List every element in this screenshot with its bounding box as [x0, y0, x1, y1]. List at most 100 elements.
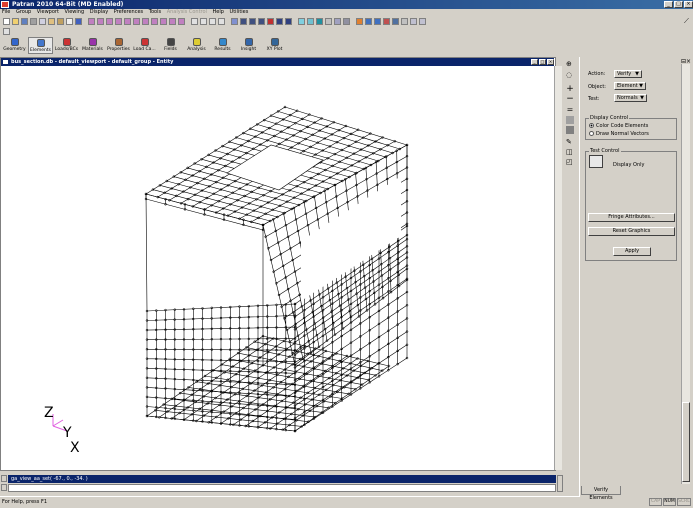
action-dropdown[interactable]: Verify ▼ [614, 70, 642, 78]
hidden-line-icon[interactable] [307, 18, 314, 25]
app-tab-xy-plot[interactable]: XY Plot [262, 37, 287, 54]
view-back-icon[interactable] [97, 18, 104, 25]
app-tab-loads-bcs[interactable]: Loads/BCs [54, 37, 79, 54]
viewport-scrollbar[interactable] [554, 66, 562, 470]
labels-icon[interactable] [325, 18, 332, 25]
view-left-icon[interactable] [124, 18, 131, 25]
print-icon[interactable] [30, 18, 37, 25]
apply-button[interactable]: Apply [613, 247, 651, 256]
preview-icon[interactable] [383, 18, 390, 25]
draw-normal-vectors-radio[interactable]: Draw Normal Vectors [589, 131, 649, 137]
zoom-in-icon[interactable] [249, 18, 256, 25]
app-tab-load-ca[interactable]: Load Ca... [132, 37, 157, 54]
maximize-button[interactable]: □ [674, 1, 683, 8]
view-top-icon[interactable] [106, 18, 113, 25]
app-tab-geometry[interactable]: Geometry [2, 37, 27, 54]
abort-icon[interactable] [57, 18, 64, 25]
view-right-icon[interactable] [133, 18, 140, 25]
menu-tools[interactable]: Tools [149, 9, 161, 15]
fit-view-icon[interactable] [231, 18, 238, 25]
poly-select-icon[interactable] [566, 126, 574, 134]
fringe-attributes-button[interactable]: Fringe Attributes... [588, 213, 675, 222]
new-file-icon[interactable] [3, 18, 10, 25]
help-cursor-icon[interactable]: ⟋ [682, 17, 691, 26]
view-iso4-icon[interactable] [169, 18, 176, 25]
menu-preferences[interactable]: Preferences [114, 9, 143, 15]
minimize-button[interactable]: _ [664, 1, 673, 8]
history-scroll-button[interactable] [1, 475, 7, 482]
close-button[interactable]: × [684, 1, 693, 8]
equals-icon[interactable]: = [566, 106, 574, 114]
menu-file[interactable]: File [2, 9, 10, 15]
app-tab-analysis[interactable]: Analysis [184, 37, 209, 54]
smooth-shaded-icon[interactable] [316, 18, 323, 25]
verify-elements-tab[interactable]: Verify Elements [581, 486, 621, 501]
group-icon[interactable] [392, 18, 399, 25]
command-input[interactable] [8, 484, 556, 492]
app-tab-elements[interactable]: Elements [28, 37, 53, 54]
minus-icon[interactable]: − [566, 95, 574, 104]
app-tab-insight[interactable]: Insight [236, 37, 261, 54]
viewport-close-button[interactable]: × [547, 59, 554, 65]
view-save-icon[interactable] [419, 18, 426, 25]
cycle-icon[interactable]: ◫ [566, 148, 574, 156]
model-tree-icon[interactable] [401, 18, 408, 25]
view-iso1-icon[interactable] [142, 18, 149, 25]
refresh-icon[interactable] [66, 18, 73, 25]
view-iso2-icon[interactable] [151, 18, 158, 25]
color-code-elements-radio[interactable]: Color Code Elements [589, 123, 648, 129]
paint-icon[interactable] [75, 18, 82, 25]
panel-scrollbar[interactable] [681, 64, 690, 484]
center-icon[interactable] [240, 18, 247, 25]
app-tab-properties[interactable]: Properties [106, 37, 131, 54]
lasso-icon[interactable]: ◌ [566, 71, 574, 79]
menu-viewing[interactable]: Viewing [65, 9, 85, 15]
command-history[interactable]: ga_view_aa_set( -67., 0., -34. ) [8, 475, 556, 483]
node-size-icon[interactable] [334, 18, 341, 25]
command-scroll-button[interactable] [1, 484, 7, 491]
spin-icon[interactable] [218, 18, 225, 25]
shrink-icon[interactable] [343, 18, 350, 25]
demagnify-icon[interactable] [285, 18, 292, 25]
panel-scroll-thumb[interactable] [682, 402, 690, 482]
app-tab-fields[interactable]: Fields [158, 37, 183, 54]
wireframe-icon[interactable] [298, 18, 305, 25]
menu-viewport[interactable]: Viewport [37, 9, 59, 15]
entity-color-icon[interactable] [374, 18, 381, 25]
menu-group[interactable]: Group [16, 9, 31, 15]
view-iso3-icon[interactable] [160, 18, 167, 25]
viewport-minimize-button[interactable]: _ [531, 59, 538, 65]
magnify-icon[interactable] [276, 18, 283, 25]
view-front-icon[interactable] [88, 18, 95, 25]
render-icon[interactable] [267, 18, 274, 25]
undo-icon[interactable] [48, 18, 55, 25]
plus-icon[interactable]: + [566, 85, 574, 94]
reset-graphics-button[interactable]: Reset Graphics [588, 227, 675, 236]
viewport-maximize-button[interactable]: □ [539, 59, 546, 65]
zoom-out-icon[interactable] [258, 18, 265, 25]
view-corners-icon[interactable] [410, 18, 417, 25]
menu-help[interactable]: Help [213, 9, 224, 15]
view-iso5-icon[interactable] [178, 18, 185, 25]
save-icon[interactable] [21, 18, 28, 25]
pan-icon[interactable] [200, 18, 207, 25]
viewport-canvas[interactable]: Z Y X [1, 66, 554, 470]
app-tab-materials[interactable]: Materials [80, 37, 105, 54]
app-tab-results[interactable]: Results [210, 37, 235, 54]
open-file-icon[interactable] [12, 18, 19, 25]
show-all-icon[interactable] [365, 18, 372, 25]
pick-icon[interactable]: ✎ [566, 138, 574, 146]
view-bottom-icon[interactable] [115, 18, 122, 25]
rotate-icon[interactable] [191, 18, 198, 25]
zoom-icon[interactable] [209, 18, 216, 25]
display-only-icon[interactable] [589, 155, 603, 168]
home-icon[interactable] [3, 28, 10, 35]
test-dropdown[interactable]: Normals ▼ [614, 94, 647, 102]
object-dropdown[interactable]: Element ▼ [614, 82, 646, 90]
filter-icon[interactable]: ◰ [566, 158, 574, 166]
menu-display[interactable]: Display [90, 9, 108, 15]
menu-utilities[interactable]: Utilities [230, 9, 249, 15]
box-select-icon[interactable] [566, 116, 574, 124]
copy-icon[interactable] [39, 18, 46, 25]
select-icon[interactable]: ⊕ [566, 60, 574, 68]
